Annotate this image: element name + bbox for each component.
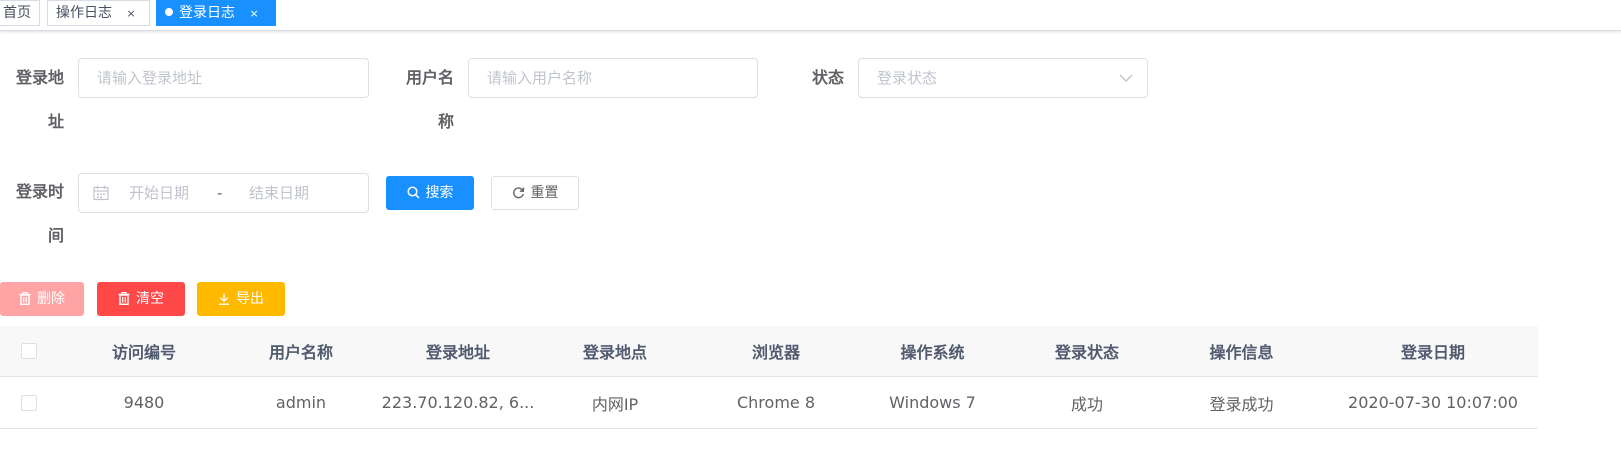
chevron-down-icon (1119, 74, 1133, 82)
reset-button[interactable]: 重置 (491, 176, 579, 210)
column-header[interactable]: 登录地点 (544, 326, 686, 376)
status-select[interactable]: 登录状态 (858, 58, 1148, 98)
clean-button-label: 清空 (136, 291, 164, 307)
table-cell: Chrome 8 (736, 393, 816, 412)
table-cell: 内网IP (591, 394, 639, 414)
tab-login-log[interactable]: 登录日志 × (156, 0, 276, 26)
column-header[interactable]: 浏览器 (686, 326, 866, 376)
calendar-icon (93, 185, 109, 201)
search-icon (406, 186, 420, 199)
reset-button-label: 重置 (530, 185, 559, 201)
tab-label: 首页 (3, 5, 31, 21)
column-header[interactable]: 访问编号 (58, 326, 230, 376)
tab-label: 登录日志 (179, 5, 235, 21)
close-icon[interactable]: × (126, 7, 135, 20)
ipaddr-input[interactable]: 请输入登录地址 (78, 58, 369, 98)
login-time-label: 登录时 间 (15, 182, 64, 245)
column-header[interactable]: 操作信息 (1175, 326, 1308, 376)
export-button[interactable]: 导出 (197, 282, 285, 316)
table-cell: 登录成功 (1209, 394, 1274, 414)
status-label: 状态 (811, 68, 844, 87)
table-cell: Windows 7 (889, 393, 976, 412)
ipaddr-label: 登录地 址 (15, 68, 64, 131)
search-button-label: 搜索 (425, 185, 454, 201)
search-button[interactable]: 搜索 (386, 176, 474, 210)
ipaddr-placeholder: 请输入登录地址 (97, 69, 203, 87)
refresh-icon (512, 187, 524, 199)
column-header[interactable]: 登录状态 (999, 326, 1175, 376)
tags-view-bar: 首页 操作日志 × 登录日志 × (0, 0, 1621, 31)
column-header[interactable]: 用户名称 (230, 326, 372, 376)
username-label: 用户名 称 (405, 68, 454, 131)
close-icon[interactable]: × (249, 7, 258, 20)
export-button-label: 导出 (236, 291, 264, 307)
delete-button[interactable]: 删除 (0, 282, 84, 316)
username-placeholder: 请输入用户名称 (487, 69, 593, 87)
tab-home[interactable]: 首页 (0, 0, 40, 26)
table-header: 访问编号 用户名称 登录地址 登录地点 浏览器 操作系统 登录状态 操作信息 登… (0, 326, 1538, 377)
start-date-input[interactable]: 开始日期 (129, 174, 189, 212)
username-input[interactable]: 请输入用户名称 (468, 58, 758, 98)
login-time-range-picker[interactable]: 开始日期 - 结束日期 (78, 173, 369, 213)
row-select-cell (0, 377, 58, 428)
delete-icon (19, 291, 31, 306)
table-cell: 223.70.120.82, 6... (381, 393, 535, 412)
tab-label: 操作日志 (56, 5, 112, 21)
active-dot-icon (165, 8, 173, 16)
column-header[interactable]: 登录日期 (1308, 326, 1558, 376)
end-date-input[interactable]: 结束日期 (249, 174, 309, 212)
table-cell: 9480 (123, 393, 165, 412)
clean-button[interactable]: 清空 (97, 282, 185, 316)
select-all-checkbox[interactable] (21, 343, 37, 359)
delete-button-label: 删除 (37, 291, 65, 307)
table-cell: 成功 (1070, 394, 1103, 414)
select-all-cell (0, 326, 58, 376)
status-placeholder: 登录状态 (877, 69, 938, 87)
download-icon (219, 293, 229, 305)
tab-operation-log[interactable]: 操作日志 × (47, 0, 150, 26)
table-row[interactable]: 9480 admin 223.70.120.82, 6... 内网IP Chro… (0, 377, 1538, 429)
table-cell: admin (275, 393, 327, 412)
column-header[interactable]: 操作系统 (866, 326, 999, 376)
date-range-separator: - (217, 184, 223, 202)
delete-icon (118, 291, 130, 306)
column-header[interactable]: 登录地址 (372, 326, 544, 376)
row-checkbox[interactable] (21, 394, 37, 411)
table-cell: 2020-07-30 10:07:00 (1348, 393, 1518, 412)
